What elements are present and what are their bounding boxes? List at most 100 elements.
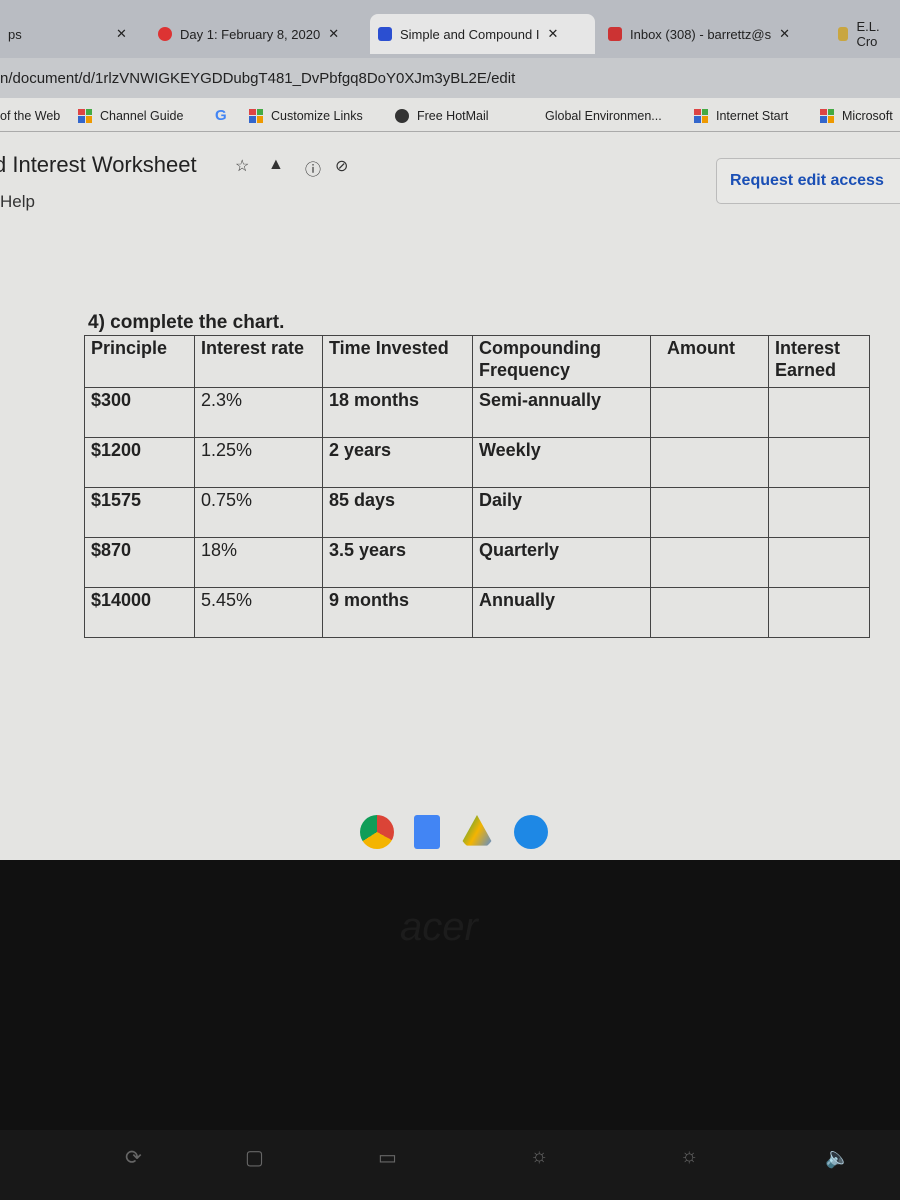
table-cell: 5.45% <box>194 587 323 638</box>
table-cell[interactable] <box>650 537 769 588</box>
header-cell: Interest Earned <box>768 335 870 388</box>
bookmark-label: Channel Guide <box>100 108 184 123</box>
overview-key-icon[interactable]: ▭ <box>378 1145 397 1170</box>
cloud-saved-icon: ⊘ <box>335 158 349 175</box>
table-cell[interactable] <box>768 387 870 438</box>
msn-icon <box>78 108 92 123</box>
close-icon[interactable]: ✕ <box>547 26 558 42</box>
url-text: n/document/d/1rlzVNWIGKEYGDDubgT481_DvPb… <box>0 70 516 87</box>
site-icon <box>838 27 849 41</box>
star-icon[interactable]: ☆ <box>235 156 249 176</box>
menu-help[interactable]: Help <box>0 192 35 212</box>
table-cell[interactable] <box>768 487 870 538</box>
keyboard: ⟳ ▢ ▭ ☼ ☼ 🔈 <box>0 1130 900 1200</box>
table-cell: 18% <box>194 537 323 588</box>
brightness-down-key-icon[interactable]: ☼ <box>530 1145 548 1168</box>
table-row: $870 18% 3.5 years Quarterly <box>84 537 870 588</box>
globe-icon <box>395 108 409 123</box>
tab-inbox[interactable]: Inbox (308) - barrettz@s ✕ <box>600 14 798 54</box>
tab-el-cro[interactable]: E.L. Cro <box>830 14 900 54</box>
bookmark-label: Customize Links <box>271 108 363 123</box>
bookmarks-bar: of the Web Channel Guide G Customize Lin… <box>0 100 900 132</box>
header-cell: Compounding Frequency <box>472 335 651 388</box>
drive-icon[interactable] <box>460 815 494 846</box>
bookmark[interactable]: Free HotMail <box>395 108 489 123</box>
tab-label: Day 1: February 8, 2020 <box>180 26 321 42</box>
msn-icon <box>249 108 263 123</box>
close-icon[interactable]: ✕ <box>779 26 790 42</box>
acer-logo: acer <box>400 905 478 949</box>
address-bar[interactable]: n/document/d/1rlzVNWIGKEYGDDubgT481_DvPb… <box>0 58 900 98</box>
shelf <box>360 815 548 849</box>
play-icon[interactable] <box>514 815 548 849</box>
table-cell: 2 years <box>322 437 473 488</box>
table-cell: Weekly <box>472 437 651 488</box>
msn-icon <box>694 108 708 123</box>
tab-bar: ps ✕ Day 1: February 8, 2020 ✕ Simple and … <box>0 0 900 58</box>
header-cell: Interest rate <box>194 335 323 388</box>
table-cell[interactable] <box>768 587 870 638</box>
tab-label: Inbox (308) - barrettz@s <box>630 26 772 42</box>
document-title[interactable]: d Interest Worksheet <box>0 152 197 178</box>
refresh-key-icon[interactable]: ⟳ <box>125 1145 142 1170</box>
table-row: $14000 5.45% 9 months Annually <box>84 587 870 638</box>
question-text: 4) complete the chart. <box>88 312 285 333</box>
table-cell: $300 <box>84 387 195 438</box>
blogger-icon <box>158 27 172 41</box>
bookmark[interactable]: Internet Start <box>694 108 788 123</box>
fullscreen-key-icon[interactable]: ▢ <box>245 1145 264 1170</box>
google-bookmark[interactable]: G <box>215 107 227 124</box>
chrome-icon[interactable] <box>360 815 394 849</box>
bookmark-label: Free HotMail <box>417 108 489 123</box>
request-edit-access-button[interactable]: Request edit access <box>716 158 900 204</box>
bookmark[interactable]: Customize Links <box>249 108 363 123</box>
info-icon[interactable]: ⓘ <box>305 156 321 180</box>
bookmark[interactable]: Channel Guide <box>78 108 184 123</box>
tab-day1[interactable]: Day 1: February 8, 2020 ✕ <box>150 14 347 54</box>
table-cell: 2.3% <box>194 387 323 438</box>
header-cell: Principle <box>84 335 195 388</box>
table-cell: 3.5 years <box>322 537 473 588</box>
interest-table: Principle Interest rate Time Invested Co… <box>84 335 870 638</box>
table-row: $1200 1.25% 2 years Weekly <box>84 437 870 488</box>
bookmark-label: Microsoft <box>842 108 893 123</box>
bookmark[interactable]: Global Environmen... <box>545 109 662 123</box>
header-cell: Time Invested <box>322 335 473 388</box>
docs-icon <box>378 27 392 41</box>
table-cell[interactable] <box>650 437 769 488</box>
google-icon: G <box>215 107 227 124</box>
table-cell: $870 <box>84 537 195 588</box>
table-cell: 85 days <box>322 487 473 538</box>
table-cell[interactable] <box>650 487 769 538</box>
mute-key-icon[interactable]: 🔈 <box>825 1145 850 1170</box>
table-cell[interactable] <box>768 437 870 488</box>
tab-label: ps <box>8 26 22 42</box>
bookmark[interactable]: of the Web <box>0 109 60 123</box>
close-icon[interactable]: ✕ <box>116 26 127 42</box>
brightness-up-key-icon[interactable]: ☼ <box>680 1145 698 1168</box>
table-row: $1575 0.75% 85 days Daily <box>84 487 870 538</box>
gmail-icon <box>608 27 622 41</box>
bookmark[interactable]: Microsoft <box>820 108 893 123</box>
tab-label: Simple and Compound I <box>400 26 540 42</box>
table-cell: $14000 <box>84 587 195 638</box>
table-row: $300 2.3% 18 months Semi-annually <box>84 387 870 438</box>
table-header-row: Principle Interest rate Time Invested Co… <box>84 335 870 388</box>
table-cell[interactable] <box>768 537 870 588</box>
table-cell: 9 months <box>322 587 473 638</box>
docs-icon[interactable] <box>414 815 440 849</box>
msn-icon <box>820 108 834 123</box>
tab-simple-compound[interactable]: Simple and Compound I ✕ <box>370 14 595 54</box>
table-cell: $1575 <box>84 487 195 538</box>
tab-label: E.L. Cro <box>856 19 880 49</box>
header-cell: Amount <box>650 335 769 388</box>
table-cell[interactable] <box>650 387 769 438</box>
screen: ps ✕ Day 1: February 8, 2020 ✕ Simple and … <box>0 0 900 860</box>
close-icon[interactable]: ✕ <box>328 26 339 42</box>
table-cell[interactable] <box>650 587 769 638</box>
tab-apps[interactable]: ps ✕ <box>0 14 135 54</box>
drive-move-icon[interactable]: ▲ <box>268 156 284 174</box>
table-cell: Quarterly <box>472 537 651 588</box>
bookmark-label: Global Environmen... <box>545 108 662 123</box>
table-cell: Daily <box>472 487 651 538</box>
